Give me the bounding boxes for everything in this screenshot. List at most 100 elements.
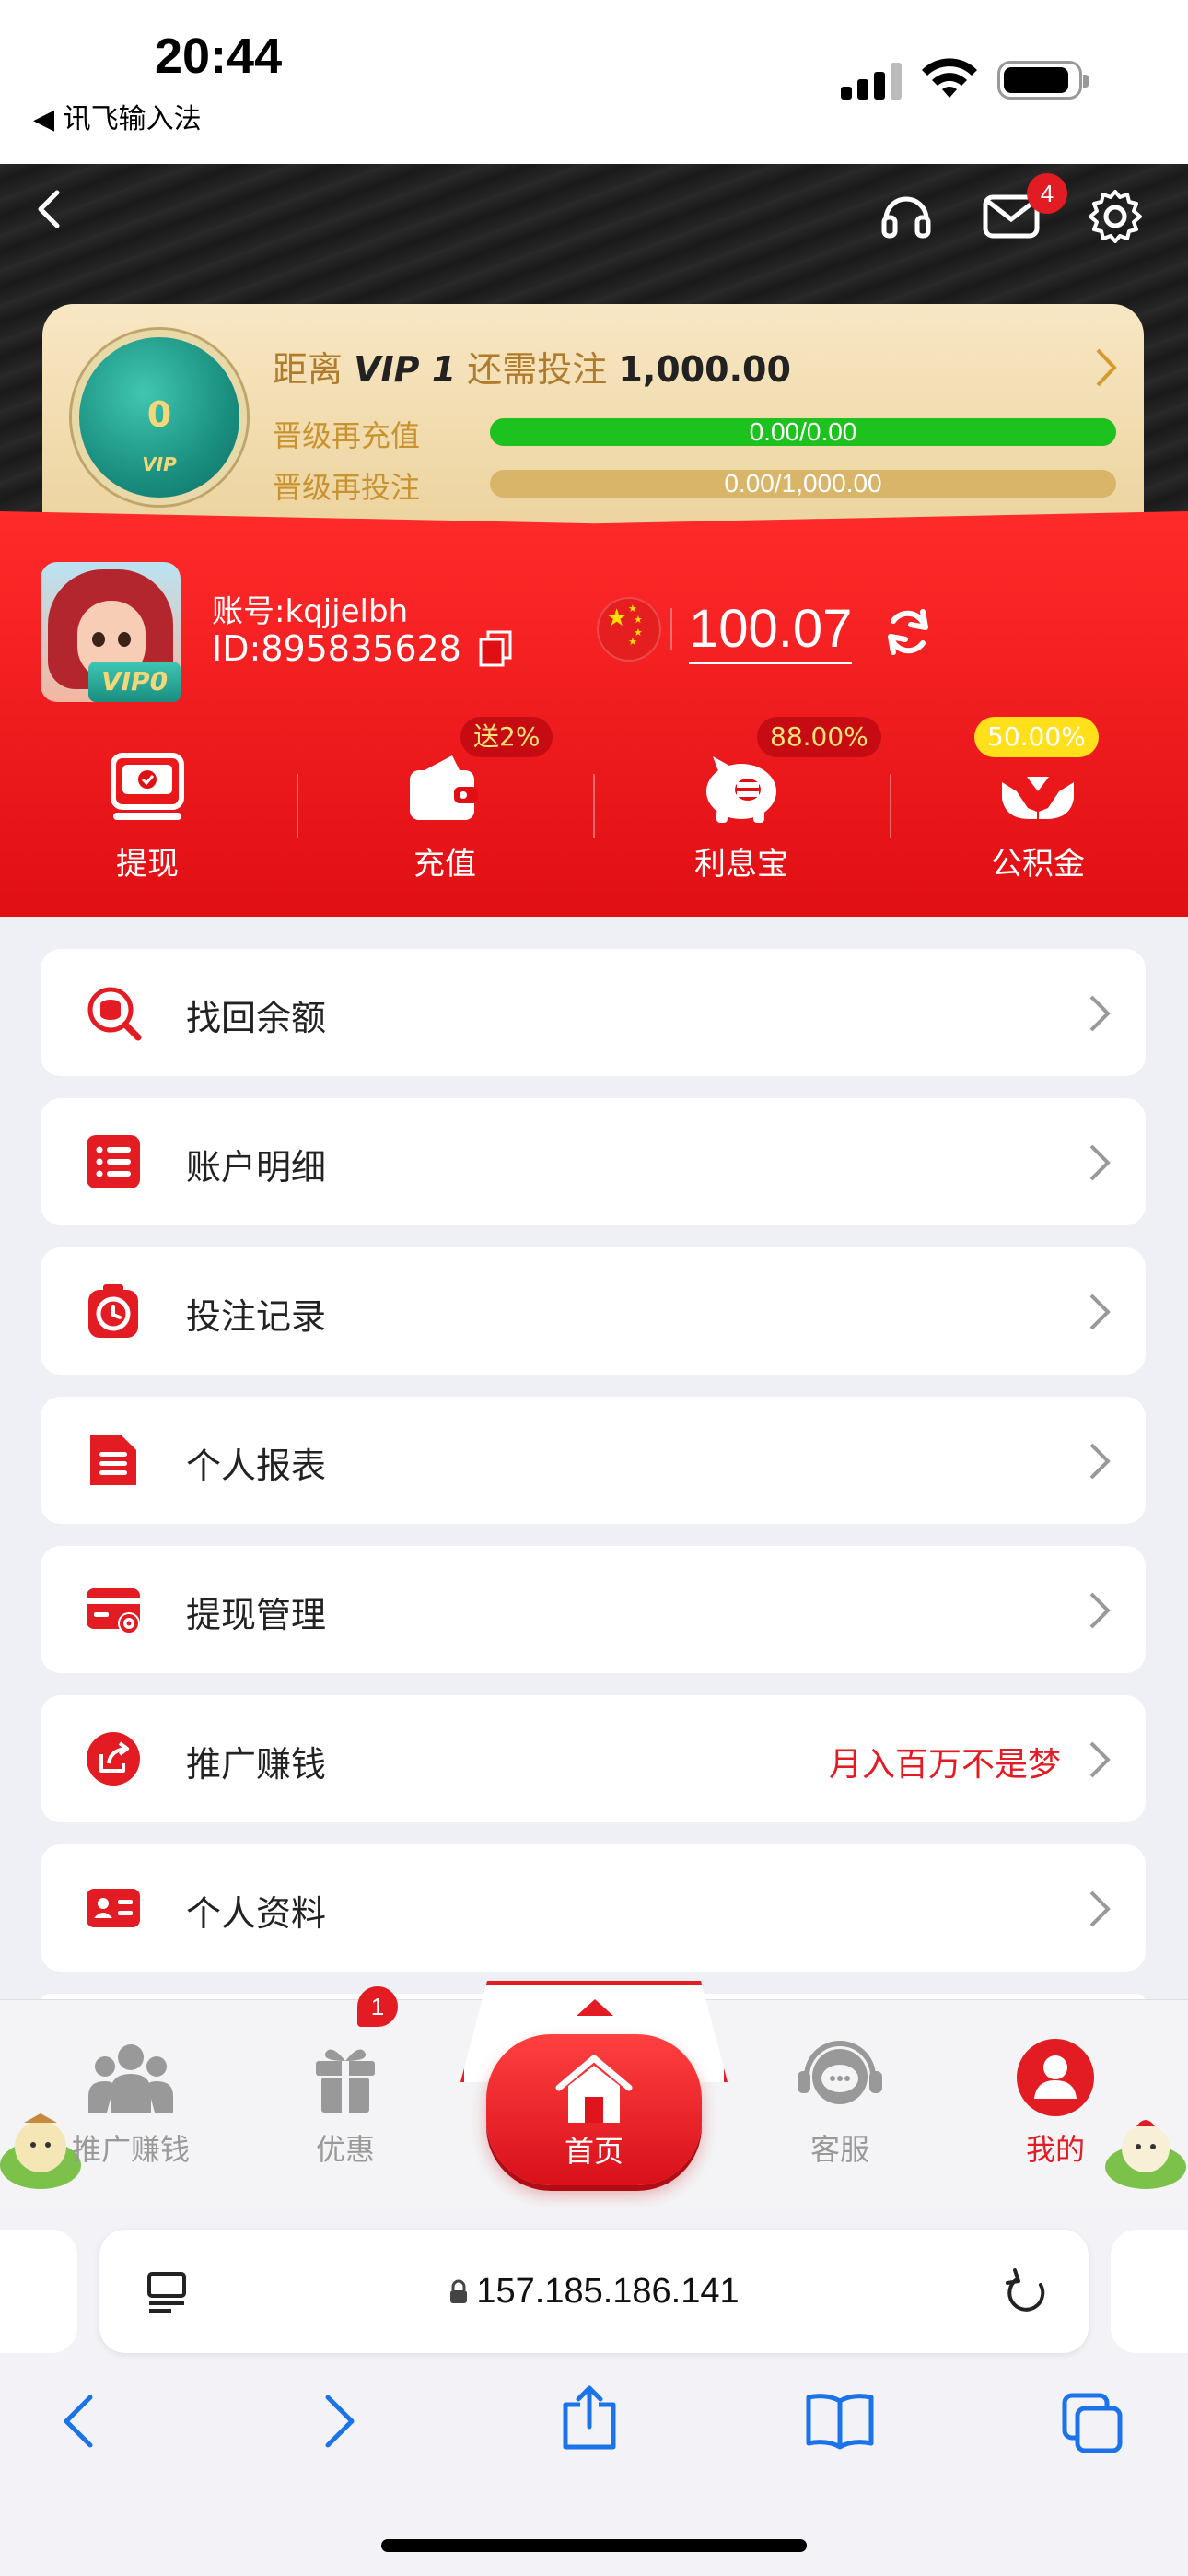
china-flag-icon: ★ ★ ★ ★ ★ (597, 597, 661, 662)
hands-coin-icon (1002, 777, 1074, 819)
headset-icon[interactable] (879, 188, 934, 243)
mail-count-badge: 4 (1027, 173, 1067, 214)
vip-title-amount: 1,000.00 (618, 349, 791, 390)
offers-count-badge: 1 (357, 1986, 398, 2027)
withdraw-label: 提现 (116, 846, 179, 883)
menu-item-personal-profile[interactable]: 个人资料 (41, 1844, 1146, 1972)
nav-home-button[interactable]: 首页 (486, 2034, 702, 2185)
recharge-progress-bar: 0.00/0.00 (490, 418, 1116, 446)
chevron-right-icon[interactable] (1092, 346, 1120, 389)
interest-rate-tag: 88.00% (757, 717, 881, 757)
action-divider (297, 774, 298, 838)
menu-label: 找回余额 (186, 998, 327, 1038)
vip-progress-card[interactable]: 0 VIP 距离 VIP 1 还需投注 1,000.00 晋级再充值 0.00/… (42, 304, 1144, 534)
share-icon (87, 1732, 140, 1786)
menu-label: 个人报表 (186, 1446, 327, 1486)
arrow-up-icon (577, 1999, 613, 2016)
menu-label: 投注记录 (186, 1296, 327, 1337)
provident-fund-action[interactable]: 公积金 (955, 746, 1121, 884)
menu-item-withdraw-management[interactable]: 提现管理 (41, 1546, 1146, 1673)
wallet-icon (410, 755, 478, 820)
nav-promote[interactable]: 推广赚钱 (39, 2036, 223, 2169)
action-divider (890, 774, 891, 838)
back-to-app-link[interactable]: ◀ 讯飞输入法 (33, 96, 202, 136)
nav-promote-label: 推广赚钱 (71, 2132, 190, 2167)
clock-icon (88, 1284, 138, 1338)
refresh-icon[interactable] (880, 604, 936, 660)
promote-slogan: 月入百万不是梦 (828, 1746, 1061, 1784)
card-gear-icon (87, 1588, 140, 1634)
vip-title: 距离 VIP 1 还需投注 1,000.00 (273, 341, 791, 392)
home-icon (555, 2055, 633, 2123)
browser-forward-icon[interactable] (319, 2392, 359, 2451)
menu-label: 账户明细 (186, 1147, 327, 1188)
status-bar: 20:44 ◀ 讯飞输入法 (0, 0, 1188, 164)
provident-fund-tag: 50.00% (974, 717, 1099, 757)
user-id: ID:895835628 (212, 628, 461, 669)
battery-icon (997, 61, 1089, 100)
document-icon (90, 1435, 136, 1485)
action-divider (593, 774, 595, 838)
customer-service-icon (798, 2041, 882, 2104)
url-value: 157.185.186.141 (476, 2272, 740, 2311)
nav-home-label: 首页 (564, 2134, 623, 2169)
menu-item-account-details[interactable]: 账户明细 (41, 1098, 1146, 1225)
home-indicator (381, 2539, 807, 2552)
lock-icon (450, 2279, 468, 2303)
recharge-label-text: 充值 (413, 846, 476, 883)
vip-medal-level: 0 (146, 394, 172, 435)
chevron-right-icon (1089, 1891, 1111, 1927)
menu-item-promote-earn[interactable]: 推广赚钱 月入百万不是梦 (41, 1695, 1146, 1822)
mascot-right-image (1101, 2110, 1188, 2193)
bet-label: 晋级再投注 (273, 470, 421, 505)
interest-action[interactable]: 利息宝 (658, 746, 824, 884)
account-name: 账号:kqjjelbh (212, 593, 409, 630)
interest-label: 利息宝 (694, 846, 788, 883)
wifi-icon (922, 58, 977, 98)
recharge-bonus-tag: 送2% (460, 717, 553, 757)
chevron-right-icon (1089, 1741, 1111, 1778)
chevron-right-icon (1089, 1294, 1111, 1330)
menu-label: 推广赚钱 (186, 1744, 327, 1785)
bet-progress-bar: 0.00/1,000.00 (490, 470, 1116, 498)
provident-fund-label: 公积金 (991, 846, 1085, 883)
nav-service-label: 客服 (809, 2132, 869, 2167)
id-card-icon (87, 1889, 140, 1927)
nav-offers-label: 优惠 (315, 2132, 375, 2167)
list-icon (87, 1135, 140, 1188)
menu-item-personal-report[interactable]: 个人报表 (41, 1397, 1146, 1524)
vip-medal-label: VIP (142, 453, 177, 475)
piggy-bank-icon (706, 756, 776, 823)
search-coin-icon (87, 987, 142, 1041)
gift-icon (316, 2049, 375, 2113)
tabs-icon[interactable] (1061, 2392, 1125, 2456)
menu-item-recover-balance[interactable]: 找回余额 (41, 949, 1146, 1076)
menu-item-bet-records[interactable]: 投注记录 (41, 1247, 1146, 1375)
share-sheet-icon[interactable] (560, 2384, 619, 2451)
nav-offers[interactable]: 优惠 (253, 2036, 437, 2169)
withdraw-icon (111, 753, 184, 820)
balance-divider (670, 608, 672, 650)
vip-level-badge: VIP0 (88, 662, 181, 702)
copy-icon[interactable] (479, 630, 512, 667)
signal-icon (841, 63, 905, 100)
settings-gear-icon[interactable] (1087, 188, 1144, 245)
previous-tab-preview[interactable] (0, 2230, 77, 2353)
browser-back-icon[interactable] (59, 2392, 99, 2451)
nav-service[interactable]: 客服 (748, 2036, 932, 2169)
recharge-progress-text: 0.00/0.00 (749, 417, 857, 446)
vip-medal-icon: 0 VIP (72, 330, 247, 505)
bookmarks-icon[interactable] (805, 2392, 875, 2451)
address-bar[interactable]: 157.185.186.141 (99, 2230, 1089, 2353)
chevron-right-icon (1089, 1144, 1111, 1181)
chevron-right-icon (1089, 1592, 1111, 1629)
vip-title-prefix: 距离 (273, 349, 344, 390)
next-tab-preview[interactable] (1111, 2230, 1188, 2353)
vip-title-level: VIP 1 (354, 349, 457, 390)
withdraw-action[interactable]: 提现 (64, 746, 230, 884)
recharge-action[interactable]: 充值 (362, 746, 528, 884)
chevron-right-icon (1089, 1443, 1111, 1480)
back-arrow-icon[interactable] (29, 189, 70, 229)
status-time: 20:44 (155, 29, 283, 84)
reload-icon[interactable] (1004, 2266, 1050, 2316)
